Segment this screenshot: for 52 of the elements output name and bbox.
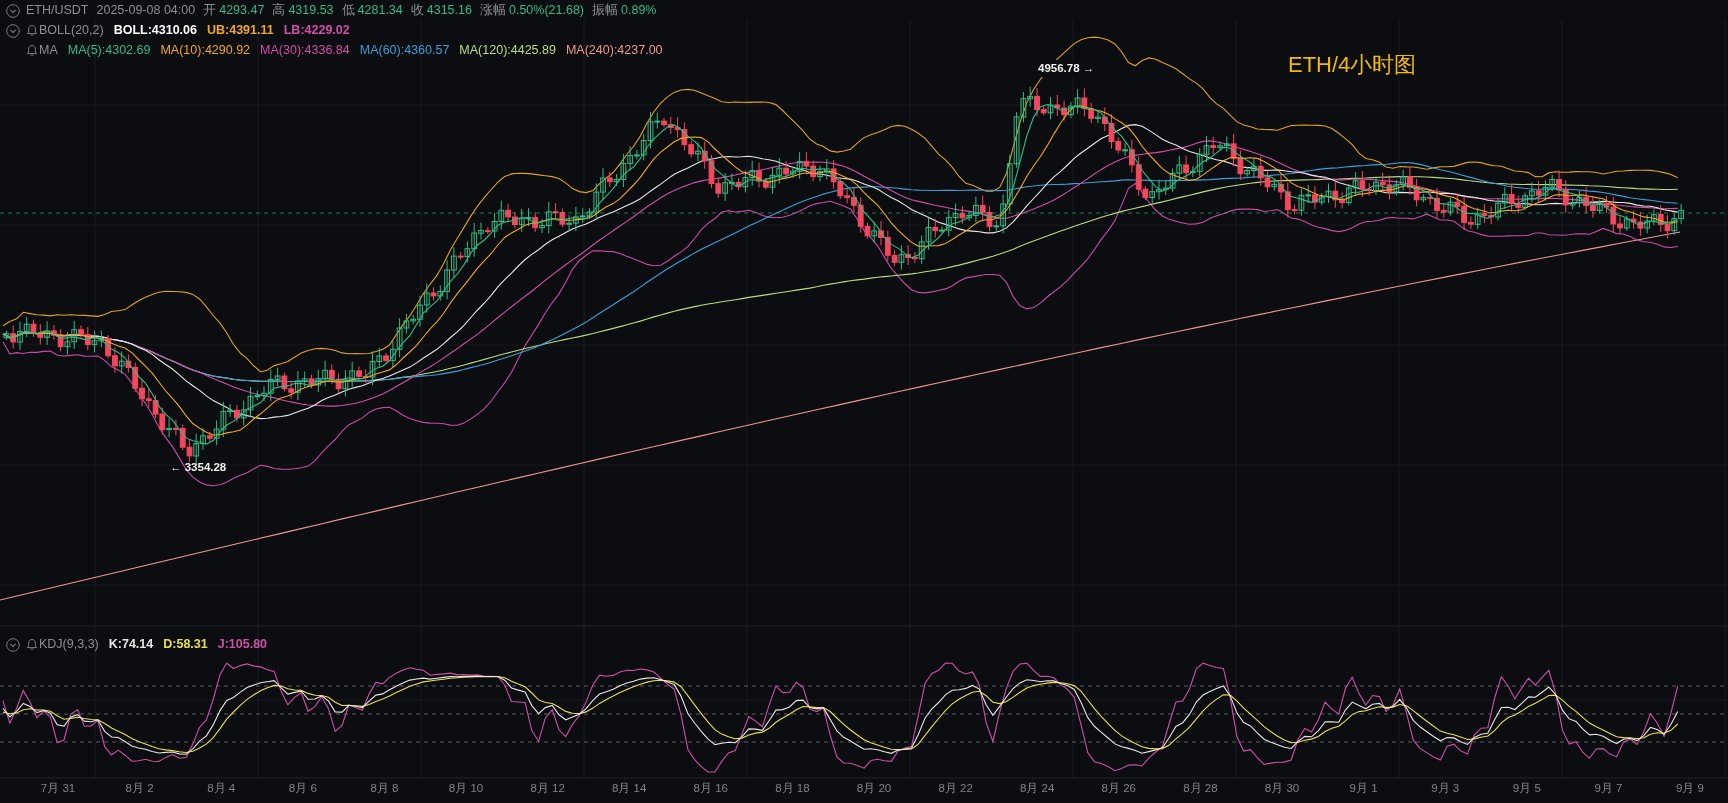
low-price-label: ← 3354.28	[170, 460, 227, 475]
indicator-value: MA(120):4425.89	[459, 42, 556, 59]
axis-date-label: 8月 28	[1183, 781, 1218, 796]
indicator-name: MA	[39, 42, 58, 59]
axis-date-label: 8月 4	[207, 781, 236, 796]
axis-date-label: 9月 5	[1512, 781, 1541, 796]
axis-date-label: 8月 14	[612, 781, 647, 796]
field-value: 4281.34	[357, 2, 403, 19]
axis-date-label: 8月 22	[938, 781, 973, 796]
field-value: 0.89%	[621, 2, 657, 19]
indicator-value: K:74.14	[108, 636, 154, 653]
axis-date-label: 8月 8	[370, 781, 399, 796]
axis-date-label: 9月 1	[1349, 781, 1378, 796]
datetime-label: 2025-09-08 04:00	[96, 2, 196, 19]
indicator-value: LB:4229.02	[283, 22, 350, 39]
indicator-name: BOLL(20,2)	[39, 22, 104, 39]
axis-date-label: 8月 12	[530, 781, 565, 796]
axis-date-label: 8月 16	[693, 781, 728, 796]
axis-date-label: 8月 18	[775, 781, 810, 796]
field-label: 开	[203, 2, 217, 19]
axis-date-label: 8月 2	[125, 781, 154, 796]
axis-date-label: 7月 31	[40, 781, 76, 796]
field-value: 4315.16	[426, 2, 472, 19]
field-label: 涨幅	[479, 2, 506, 19]
axis-date-label: 9月 7	[1594, 781, 1623, 796]
chart-title: ETH/4小时图	[1288, 51, 1417, 79]
indicator-value: MA(10):4290.92	[160, 42, 251, 59]
indicator-value: UB:4391.11	[207, 22, 274, 39]
axis-date-label: 8月 6	[288, 781, 317, 796]
indicator-name: KDJ(9,3,3)	[39, 636, 99, 653]
indicator-value: MA(30):4336.84	[260, 42, 350, 59]
field-label: 收	[410, 2, 424, 19]
indicator-value: BOLL:4310.06	[113, 22, 197, 39]
indicator-value: MA(240):4237.00	[565, 42, 663, 59]
axis-date-label: 9月 3	[1431, 781, 1460, 796]
axis-date-label: 8月 26	[1101, 781, 1136, 796]
field-label: 低	[341, 2, 355, 19]
axis-date-label: 8月 24	[1020, 781, 1055, 796]
indicator-value: J:105.80	[217, 636, 268, 653]
axis-date-label: 8月 20	[856, 781, 892, 796]
axis-date-label: 8月 10	[448, 781, 484, 796]
indicator-value: D:58.31	[163, 636, 208, 653]
indicator-value: MA(60):4360.57	[359, 42, 450, 59]
symbol-label: ETH/USDT	[26, 2, 89, 19]
axis-date-label: 8月 30	[1264, 781, 1300, 796]
field-label: 振幅	[592, 2, 618, 19]
field-value: 4319.53	[288, 2, 334, 19]
field-value: 4293.47	[219, 2, 265, 19]
field-value: 0.50%(21.68)	[508, 2, 584, 19]
axis-date-label: 9月 9	[1676, 781, 1704, 796]
indicator-value: MA(5):4302.69	[67, 42, 151, 59]
field-label: 高	[272, 2, 286, 19]
